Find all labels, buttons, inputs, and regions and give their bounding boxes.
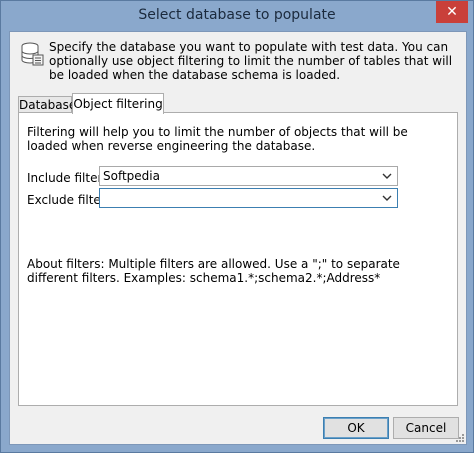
ok-button[interactable]: OK [323, 417, 389, 439]
dialog-window: Select database to populate ✕ Specify th… [0, 0, 474, 453]
dialog-body: Specify the database you want to populat… [9, 31, 467, 445]
resize-grip-icon[interactable] [455, 433, 465, 443]
exclude-filter-combo[interactable] [99, 188, 398, 208]
close-button[interactable]: ✕ [436, 1, 468, 23]
filtering-description: Filtering will help you to limit the num… [27, 125, 408, 153]
database-icon [21, 42, 44, 66]
chevron-down-icon[interactable] [381, 189, 393, 207]
exclude-filter-label: Exclude filter: [27, 193, 110, 207]
include-filter-value: Softpedia [103, 169, 160, 183]
title-bar[interactable]: Select database to populate ✕ [1, 1, 473, 31]
window-title: Select database to populate [138, 7, 336, 23]
close-icon: ✕ [446, 4, 458, 20]
include-filter-label: Include filter: [27, 171, 107, 185]
intro-text: Specify the database you want to populat… [49, 40, 453, 82]
tab-object-filtering[interactable]: Object filtering [72, 93, 164, 114]
about-filters-text: About filters: Multiple filters are allo… [27, 257, 400, 285]
include-filter-combo[interactable]: Softpedia [99, 166, 398, 186]
object-filtering-panel: Filtering will help you to limit the num… [18, 112, 458, 406]
chevron-down-icon[interactable] [381, 167, 393, 185]
cancel-button[interactable]: Cancel [393, 417, 459, 439]
tab-database[interactable]: Database [18, 96, 76, 113]
